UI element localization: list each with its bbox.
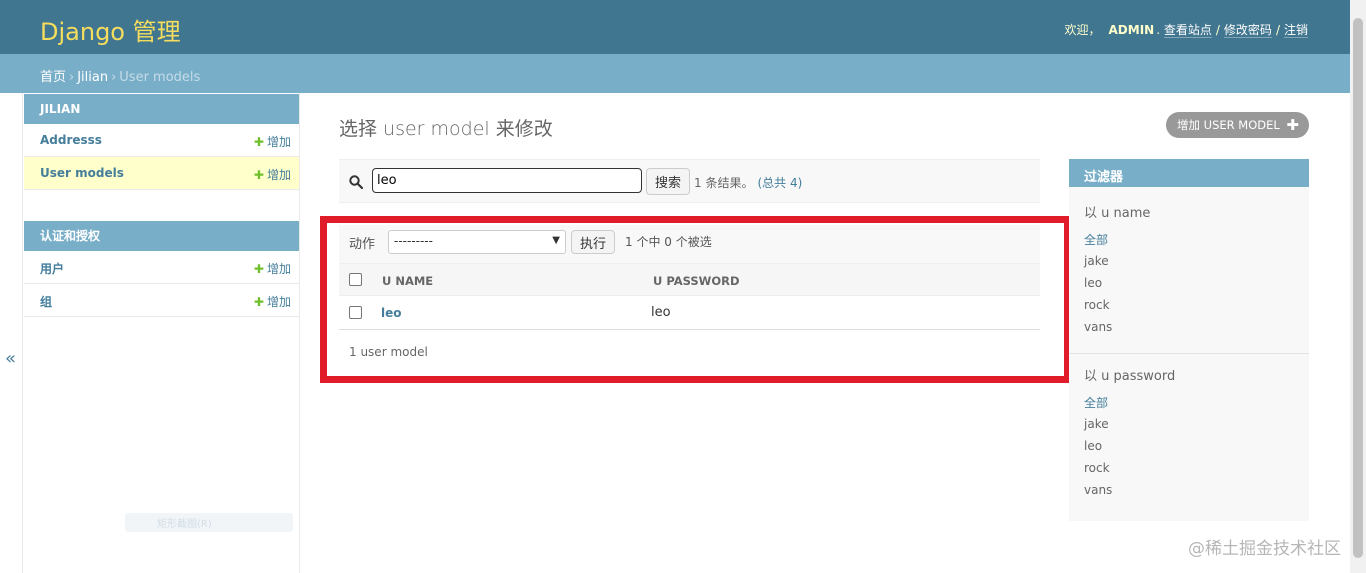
view-site-link[interactable]: 查看站点 bbox=[1163, 23, 1212, 38]
filter-choice[interactable]: leo bbox=[1084, 439, 1102, 453]
sidebar-item-label[interactable]: 用户 bbox=[40, 260, 64, 277]
username: ADMIN bbox=[1108, 23, 1155, 37]
sidebar-item-label[interactable]: 组 bbox=[40, 293, 52, 310]
add-label: 增加 bbox=[266, 135, 291, 149]
add-link[interactable]: ✚ 增加 bbox=[254, 260, 291, 277]
add-label: 增加 bbox=[266, 168, 291, 182]
search-input[interactable] bbox=[372, 168, 642, 193]
filter-choice[interactable]: rock bbox=[1084, 461, 1110, 475]
plus-icon: ✚ bbox=[253, 295, 264, 309]
add-link[interactable]: ✚ 增加 bbox=[254, 166, 291, 183]
user-tools: 欢迎， ADMIN. 查看站点 / 修改密码 / 注销 bbox=[1064, 23, 1308, 38]
welcome-text: 欢迎， bbox=[1064, 23, 1101, 37]
search-button[interactable]: 搜索 bbox=[646, 168, 690, 195]
highlight-annotation bbox=[320, 216, 1071, 383]
sidebar-item-users[interactable]: 用户 ✚ 增加 bbox=[24, 251, 299, 284]
plus-icon: ✚ bbox=[1286, 116, 1299, 134]
module-caption[interactable]: 认证和授权 bbox=[24, 221, 299, 251]
add-user-model-button[interactable]: 增加 USER MODEL ✚ bbox=[1166, 112, 1309, 138]
breadcrumb-home[interactable]: 首页 bbox=[40, 70, 66, 85]
filter-choice[interactable]: vans bbox=[1084, 320, 1112, 334]
search-result: 1 条结果。 (总共 4) bbox=[694, 174, 802, 191]
filter-choice[interactable]: 全部 bbox=[1084, 394, 1108, 411]
module-auth: 认证和授权 用户 ✚ 增加 组 ✚ 增加 bbox=[24, 221, 299, 317]
filter-divider bbox=[1069, 353, 1309, 354]
plus-icon: ✚ bbox=[253, 135, 264, 149]
plus-icon: ✚ bbox=[253, 262, 264, 276]
sidebar-item-label[interactable]: User models bbox=[40, 166, 124, 180]
search-icon bbox=[349, 175, 363, 189]
sidebar-item-user-models[interactable]: User models ✚ 增加 bbox=[24, 157, 299, 190]
changelist-filter: 过滤器 以 u name 全部 jake leo rock vans 以 u p… bbox=[1069, 159, 1309, 521]
sidebar-item-addresss[interactable]: Addresss ✚ 增加 bbox=[24, 124, 299, 157]
filter-caption: 过滤器 bbox=[1069, 159, 1309, 187]
module-jilian: JILIAN Addresss ✚ 增加 User models ✚ 增加 bbox=[24, 94, 299, 190]
result-count: 1 条结果。 bbox=[694, 176, 754, 190]
filter-group-title: 以 u password bbox=[1084, 369, 1176, 384]
show-all-link[interactable]: (总共 4) bbox=[757, 176, 802, 190]
header: Django 管理 欢迎， ADMIN. 查看站点 / 修改密码 / 注销 bbox=[0, 0, 1350, 54]
plus-icon: ✚ bbox=[253, 168, 264, 182]
search-toolbar: 搜索 1 条结果。(总共 4) bbox=[339, 159, 1040, 203]
faint-tooltip: 矩形截图(R) bbox=[125, 513, 293, 532]
filter-choice[interactable]: 全部 bbox=[1084, 231, 1108, 248]
page-title: 选择 user model 来修改 bbox=[339, 118, 553, 140]
add-link[interactable]: ✚ 增加 bbox=[254, 133, 291, 150]
sidebar-item-label[interactable]: Addresss bbox=[40, 133, 102, 147]
watermark: @稀土掘金技术社区 bbox=[1188, 539, 1341, 559]
add-link[interactable]: ✚ 增加 bbox=[254, 293, 291, 310]
scrollbar-thumb[interactable] bbox=[1353, 18, 1363, 558]
sidebar-item-groups[interactable]: 组 ✚ 增加 bbox=[24, 284, 299, 317]
add-label: 增加 bbox=[266, 262, 291, 276]
add-button-label: 增加 USER MODEL bbox=[1177, 118, 1280, 132]
filter-choice[interactable]: jake bbox=[1084, 417, 1109, 431]
filter-group-title: 以 u name bbox=[1084, 206, 1151, 221]
breadcrumb-app[interactable]: Jilian bbox=[77, 70, 108, 85]
filter-choice[interactable]: vans bbox=[1084, 483, 1112, 497]
change-password-link[interactable]: 修改密码 bbox=[1223, 23, 1272, 38]
breadcrumb-current: User models bbox=[119, 70, 201, 85]
filter-choice[interactable]: rock bbox=[1084, 298, 1110, 312]
filter-choice[interactable]: leo bbox=[1084, 276, 1102, 290]
filter-choice[interactable]: jake bbox=[1084, 254, 1109, 268]
site-name[interactable]: Django 管理 bbox=[40, 12, 181, 47]
logout-link[interactable]: 注销 bbox=[1283, 23, 1308, 38]
module-caption[interactable]: JILIAN bbox=[24, 94, 299, 124]
add-label: 增加 bbox=[266, 295, 291, 309]
scrollbar[interactable] bbox=[1350, 0, 1366, 573]
breadcrumb: 首页 › Jilian › User models bbox=[0, 54, 1350, 93]
